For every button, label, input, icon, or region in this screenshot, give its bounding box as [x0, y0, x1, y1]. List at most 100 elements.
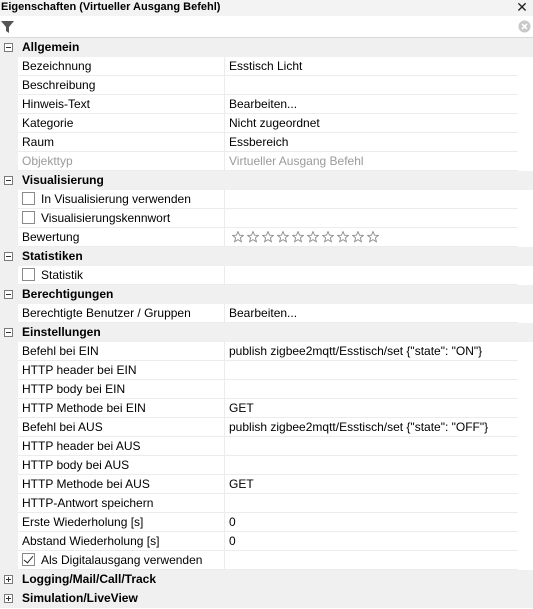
collapse-icon[interactable]: [4, 328, 13, 337]
checkbox[interactable]: [22, 268, 35, 281]
star-icon[interactable]: [292, 231, 304, 243]
star-icon[interactable]: [232, 231, 244, 243]
row-gutter: [0, 304, 18, 323]
category-allgemein[interactable]: Allgemein: [0, 38, 533, 57]
property-name: Bezeichnung: [18, 57, 225, 76]
expand-icon[interactable]: [4, 575, 13, 584]
property-row-befehl-ein[interactable]: Befehl bei EIN publish zigbee2mqtt/Essti…: [0, 342, 533, 361]
property-name: Erste Wiederholung [s]: [18, 513, 225, 532]
checkbox[interactable]: [22, 192, 35, 205]
property-row-http-antwort[interactable]: HTTP-Antwort speichern: [0, 494, 533, 513]
checkbox-checked[interactable]: [22, 553, 35, 566]
collapse-icon[interactable]: [4, 176, 13, 185]
property-name: HTTP body bei EIN: [18, 380, 225, 399]
property-row-berechtigte-benutzer[interactable]: Berechtigte Benutzer / Gruppen Bearbeite…: [0, 304, 533, 323]
clear-filter-icon[interactable]: [518, 20, 531, 33]
property-row-befehl-aus[interactable]: Befehl bei AUS publish zigbee2mqtt/Essti…: [0, 418, 533, 437]
property-name: Bewertung: [18, 228, 225, 247]
property-row-in-visualisierung[interactable]: In Visualisierung verwenden: [0, 190, 533, 209]
category-visualisierung[interactable]: Visualisierung: [0, 171, 533, 190]
property-value: Virtueller Ausgang Befehl: [225, 152, 518, 171]
property-row-bewertung[interactable]: Bewertung: [0, 228, 533, 247]
property-value[interactable]: [225, 209, 518, 228]
property-value[interactable]: publish zigbee2mqtt/Esstisch/set {"state…: [225, 342, 518, 361]
property-value[interactable]: [225, 266, 518, 285]
property-value[interactable]: Nicht zugeordnet: [225, 114, 518, 133]
edit-link[interactable]: Bearbeiten...: [225, 304, 518, 323]
category-statistiken[interactable]: Statistiken: [0, 247, 533, 266]
property-row-header-aus[interactable]: HTTP header bei AUS: [0, 437, 533, 456]
property-value[interactable]: [225, 551, 518, 570]
row-gutter: [0, 437, 18, 456]
property-row-body-aus[interactable]: HTTP body bei AUS: [0, 456, 533, 475]
property-row-body-ein[interactable]: HTTP body bei EIN: [0, 380, 533, 399]
property-value[interactable]: 0: [225, 513, 518, 532]
property-row-digitalausgang[interactable]: Als Digitalausgang verwenden: [0, 551, 533, 570]
property-value[interactable]: GET: [225, 399, 518, 418]
row-gutter: [0, 513, 18, 532]
property-name: Visualisierungskennwort: [18, 209, 225, 228]
property-value[interactable]: [225, 456, 518, 475]
property-name: Kategorie: [18, 114, 225, 133]
property-row-erste-wiederholung[interactable]: Erste Wiederholung [s] 0: [0, 513, 533, 532]
rating-value[interactable]: [225, 228, 518, 247]
property-row-statistik[interactable]: Statistik: [0, 266, 533, 285]
filter-icon[interactable]: [0, 19, 16, 35]
property-row-hinweis-text[interactable]: Hinweis-Text Bearbeiten...: [0, 95, 533, 114]
expand-icon[interactable]: [4, 594, 13, 603]
property-row-visualisierungskennwort[interactable]: Visualisierungskennwort: [0, 209, 533, 228]
close-icon[interactable]: ✕: [515, 0, 529, 15]
property-value[interactable]: [225, 380, 518, 399]
row-gutter: [0, 190, 18, 209]
star-icon[interactable]: [352, 231, 364, 243]
property-name: Hinweis-Text: [18, 95, 225, 114]
property-row-methode-ein[interactable]: HTTP Methode bei EIN GET: [0, 399, 533, 418]
property-value[interactable]: Essbereich: [225, 133, 518, 152]
star-rating[interactable]: [232, 231, 379, 243]
property-value[interactable]: GET: [225, 475, 518, 494]
property-value[interactable]: [225, 361, 518, 380]
property-value[interactable]: 0: [225, 532, 518, 551]
row-gutter: [0, 532, 18, 551]
category-simulation[interactable]: Simulation/LiveView: [0, 589, 533, 608]
star-icon[interactable]: [337, 231, 349, 243]
title-bar: Eigenschaften (Virtueller Ausgang Befehl…: [0, 0, 533, 16]
category-label: Simulation/LiveView: [22, 591, 138, 605]
category-einstellungen[interactable]: Einstellungen: [0, 323, 533, 342]
collapse-icon[interactable]: [4, 252, 13, 261]
property-row-abstand-wiederholung[interactable]: Abstand Wiederholung [s] 0: [0, 532, 533, 551]
property-value[interactable]: [225, 437, 518, 456]
property-row-header-ein[interactable]: HTTP header bei EIN: [0, 361, 533, 380]
property-value[interactable]: [225, 76, 518, 95]
property-value[interactable]: [225, 494, 518, 513]
property-row-beschreibung[interactable]: Beschreibung: [0, 76, 533, 95]
category-berechtigungen[interactable]: Berechtigungen: [0, 285, 533, 304]
checkbox[interactable]: [22, 211, 35, 224]
star-icon[interactable]: [307, 231, 319, 243]
property-name: Als Digitalausgang verwenden: [18, 551, 225, 570]
star-icon[interactable]: [247, 231, 259, 243]
category-label: Statistiken: [22, 249, 83, 263]
star-icon[interactable]: [262, 231, 274, 243]
property-name: HTTP-Antwort speichern: [18, 494, 225, 513]
property-row-raum[interactable]: Raum Essbereich: [0, 133, 533, 152]
collapse-icon[interactable]: [4, 43, 13, 52]
checkbox-label: In Visualisierung verwenden: [41, 192, 191, 206]
filter-input[interactable]: [18, 18, 510, 36]
category-label: Einstellungen: [22, 325, 101, 339]
star-icon[interactable]: [277, 231, 289, 243]
collapse-icon[interactable]: [4, 290, 13, 299]
property-value[interactable]: Esstisch Licht: [225, 57, 518, 76]
property-value[interactable]: [225, 190, 518, 209]
star-icon[interactable]: [322, 231, 334, 243]
row-gutter: [0, 494, 18, 513]
star-icon[interactable]: [367, 231, 379, 243]
row-gutter: [0, 266, 18, 285]
edit-link[interactable]: Bearbeiten...: [225, 95, 518, 114]
category-logging[interactable]: Logging/Mail/Call/Track: [0, 570, 533, 589]
property-row-bezeichnung[interactable]: Bezeichnung Esstisch Licht: [0, 57, 533, 76]
property-value[interactable]: publish zigbee2mqtt/Esstisch/set {"state…: [225, 418, 518, 437]
row-gutter: [0, 57, 18, 76]
property-row-kategorie[interactable]: Kategorie Nicht zugeordnet: [0, 114, 533, 133]
property-row-methode-aus[interactable]: HTTP Methode bei AUS GET: [0, 475, 533, 494]
